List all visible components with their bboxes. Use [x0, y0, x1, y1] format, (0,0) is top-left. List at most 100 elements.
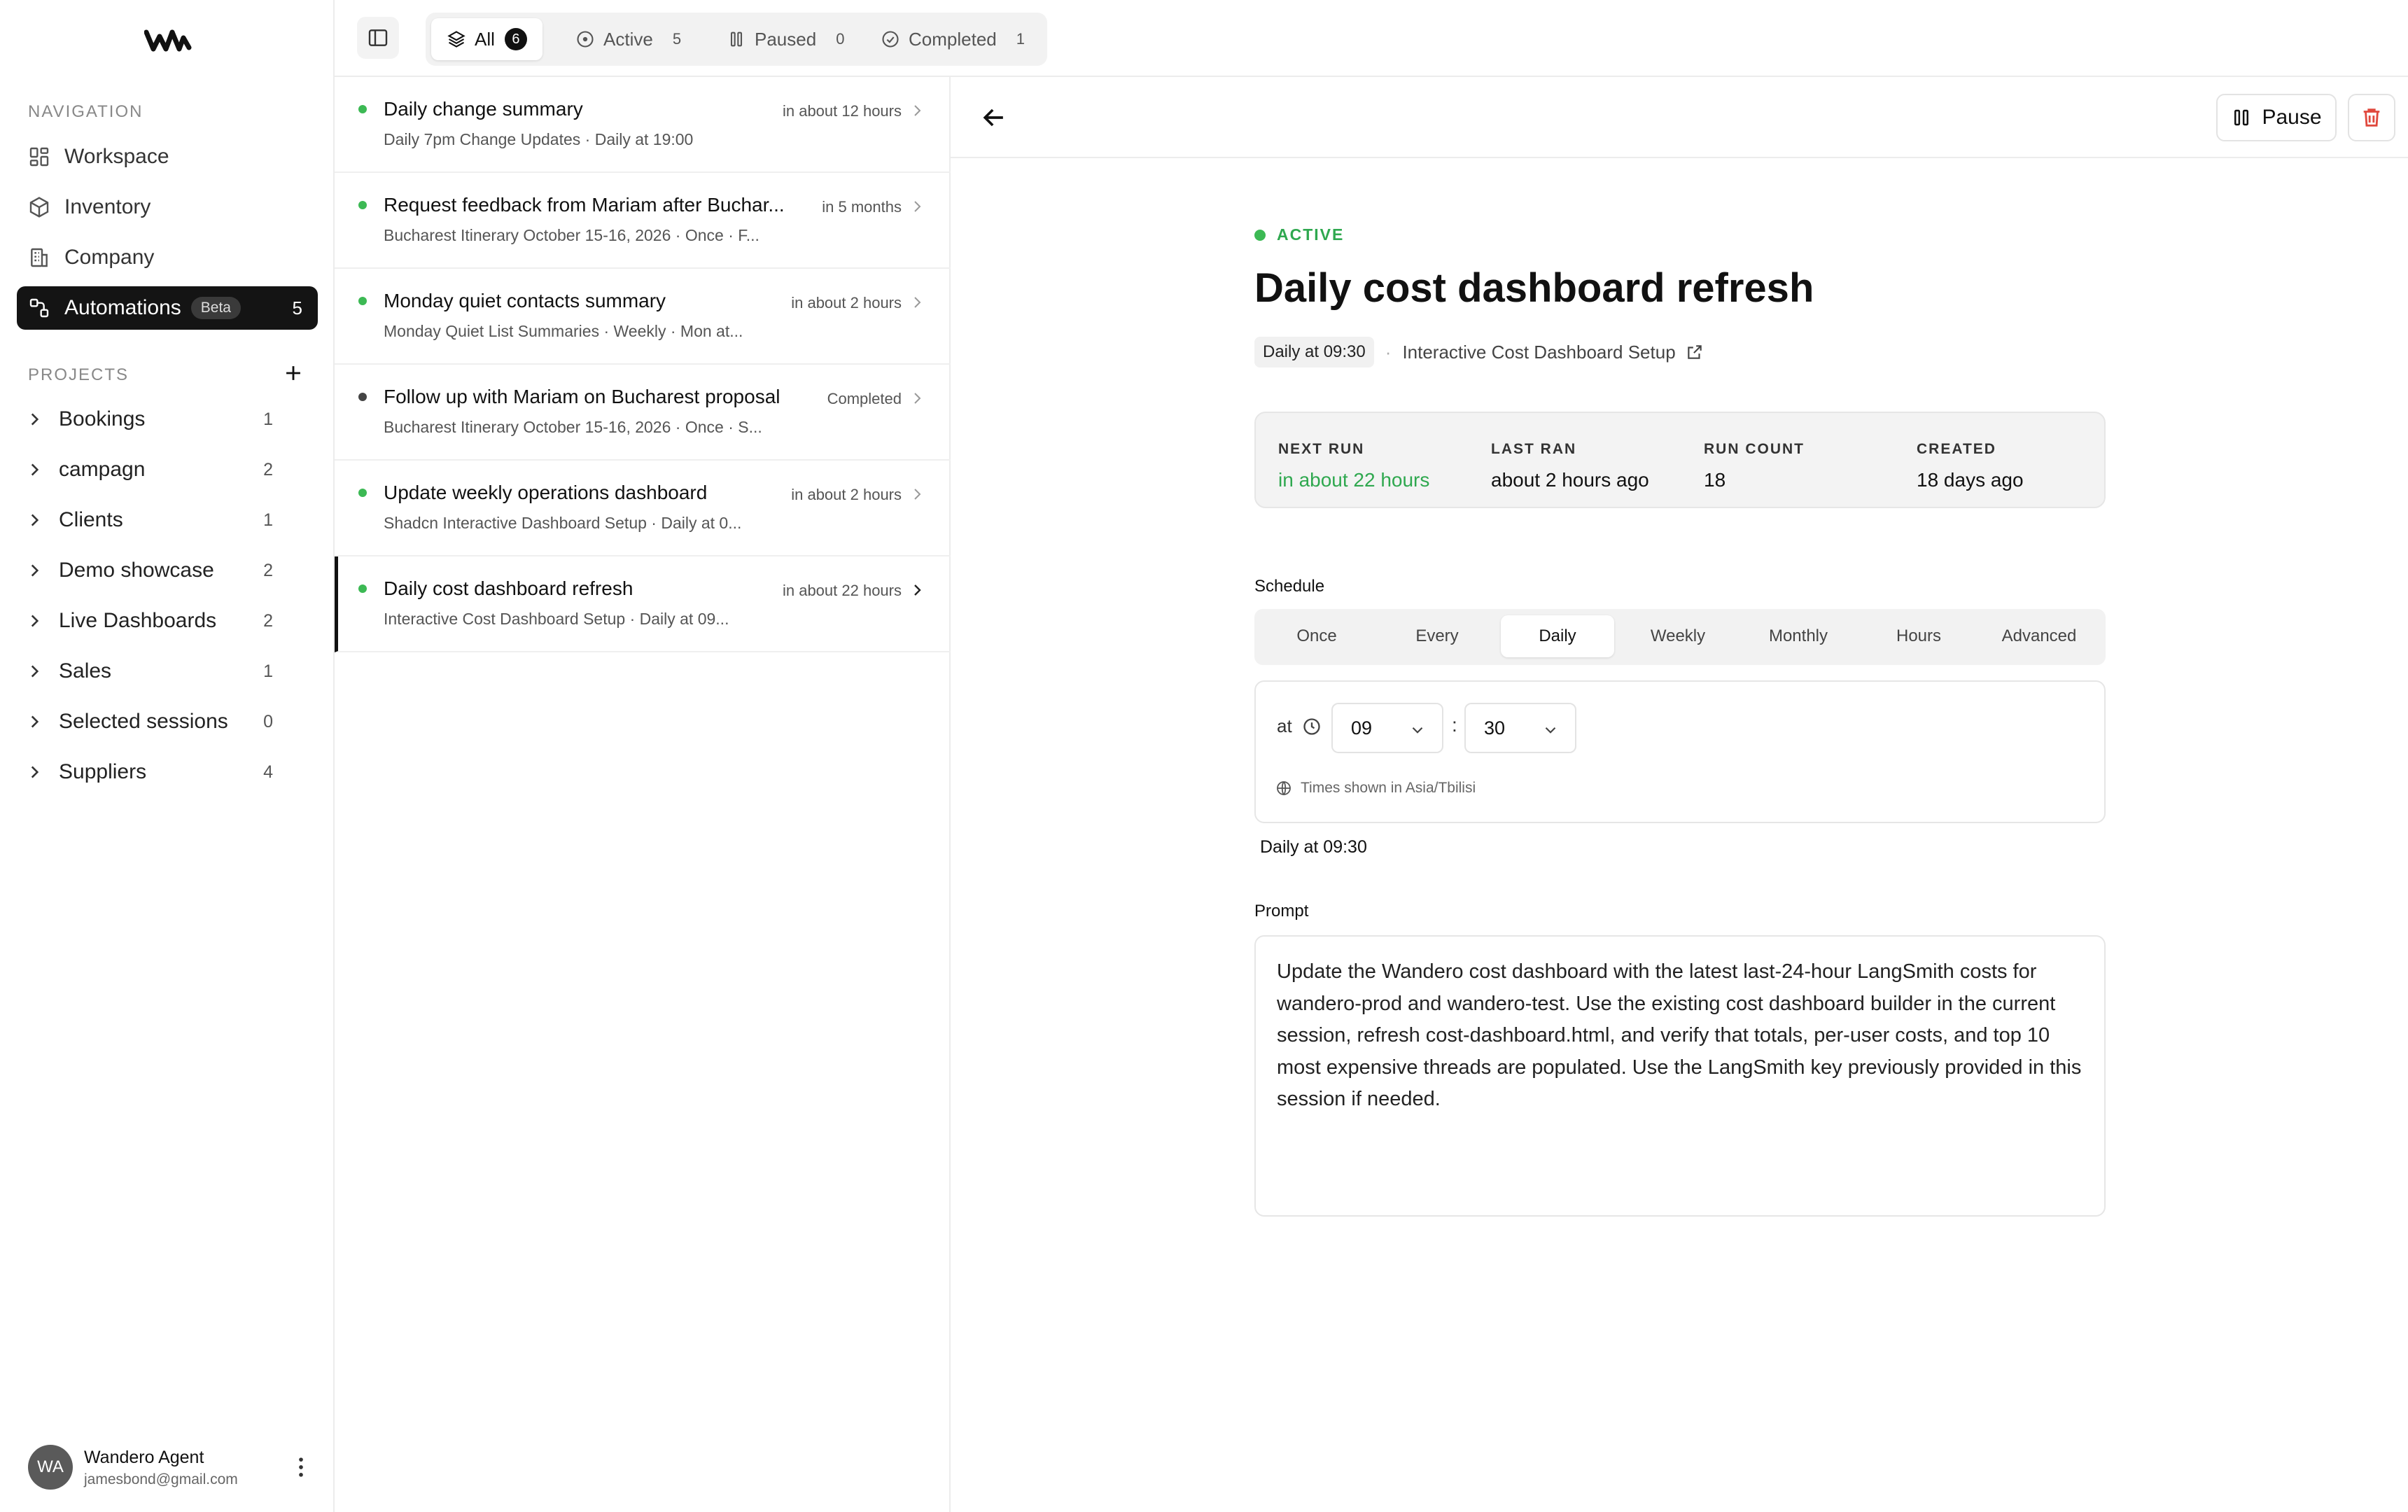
user-menu-button[interactable]: [287, 1453, 315, 1481]
row-subtitle: Shadcn Interactive Dashboard Setup · Dai…: [384, 514, 742, 532]
user-profile[interactable]: WA Wandero Agent jamesbond@gmail.com: [28, 1443, 322, 1492]
project-item-demo-showcase[interactable]: Demo showcase 2: [25, 550, 291, 592]
toggle-sidebar-button[interactable]: [357, 17, 399, 59]
status-dot: [358, 105, 367, 113]
chevron-down-icon: [1412, 727, 1423, 734]
chevron-right-icon: [914, 201, 921, 212]
tab-count: 0: [836, 30, 845, 48]
add-project-button[interactable]: [281, 361, 305, 385]
sidebar-item-workspace[interactable]: Workspace: [17, 135, 318, 178]
schedule-tab-weekly[interactable]: Weekly: [1621, 615, 1735, 657]
schedule-tab-every[interactable]: Every: [1380, 615, 1494, 657]
workflow-icon: [29, 298, 49, 318]
avatar: WA: [28, 1445, 73, 1490]
stat-value-created: 18 days ago: [1917, 469, 2024, 491]
automation-row[interactable]: Daily change summary Daily 7pm Change Up…: [335, 77, 951, 173]
delete-button[interactable]: [2348, 94, 2395, 141]
tab-count: 6: [504, 28, 527, 50]
sidebar-item-company[interactable]: Company: [17, 236, 318, 279]
hour-select[interactable]: 09: [1331, 703, 1443, 753]
project-item-live-dashboards[interactable]: Live Dashboards 2: [25, 600, 291, 642]
project-label: Sales: [59, 659, 112, 682]
automation-row[interactable]: Request feedback from Mariam after Bucha…: [335, 173, 951, 269]
row-next-run: Completed: [827, 390, 902, 407]
sidebar-item-inventory[interactable]: Inventory: [17, 186, 318, 229]
time-picker-card: at 09 : 30 Times shown in Asia/Tbilisi: [1254, 680, 2106, 823]
separator: ·: [1385, 341, 1392, 363]
project-count: 1: [263, 409, 273, 429]
schedule-tab-once[interactable]: Once: [1260, 615, 1373, 657]
project-item-bookings[interactable]: Bookings 1: [25, 398, 291, 440]
project-count: 2: [263, 459, 273, 479]
hour-value: 09: [1351, 717, 1373, 738]
arrow-left-icon: [983, 108, 1003, 127]
automation-row-selected[interactable]: Daily cost dashboard refresh Interactive…: [335, 556, 951, 652]
automation-row[interactable]: Update weekly operations dashboard Shadc…: [335, 461, 951, 556]
tab-active[interactable]: Active 5: [560, 18, 696, 60]
status-indicator: ACTIVE: [1254, 225, 1344, 244]
wandero-logo-icon[interactable]: [144, 28, 192, 52]
project-count: 1: [263, 661, 273, 681]
chevron-right-icon: [31, 715, 39, 728]
row-title: Monday quiet contacts summary: [384, 290, 666, 312]
status-label: ACTIVE: [1277, 225, 1345, 244]
project-count: 1: [263, 510, 273, 530]
pause-label: Pause: [2262, 106, 2322, 129]
sidebar-item-label: Inventory: [64, 195, 151, 218]
row-title: Request feedback from Mariam after Bucha…: [384, 194, 785, 216]
project-label: Bookings: [59, 407, 146, 430]
external-link-icon[interactable]: [1686, 343, 1704, 361]
minute-select[interactable]: 30: [1464, 703, 1576, 753]
top-bar: All 6 Active 5 Paused 0 Completed 1: [335, 0, 2408, 77]
sidebar-item-automations[interactable]: Automations Beta 5: [17, 286, 318, 330]
row-subtitle: Interactive Cost Dashboard Setup · Daily…: [384, 610, 729, 628]
project-count: 2: [263, 610, 273, 631]
time-separator: :: [1452, 714, 1457, 736]
pause-button[interactable]: Pause: [2216, 94, 2337, 141]
schedule-tab-advanced[interactable]: Advanced: [1982, 615, 2096, 657]
user-name: Wandero Agent: [84, 1448, 204, 1467]
schedule-label: Schedule: [1254, 577, 1325, 596]
project-item-suppliers[interactable]: Suppliers 4: [25, 751, 291, 793]
navigation-section-label: NAVIGATION: [28, 102, 144, 121]
tab-all[interactable]: All 6: [431, 18, 542, 60]
plus-icon: [286, 366, 300, 380]
schedule-tab-daily[interactable]: Daily: [1501, 615, 1614, 657]
project-item-clients[interactable]: Clients 1: [25, 499, 291, 541]
stat-label-run-count: RUN COUNT: [1704, 441, 1805, 457]
tab-label: Completed: [909, 28, 997, 50]
status-filter-tabs: All 6 Active 5 Paused 0 Completed 1: [426, 13, 1047, 66]
tab-paused[interactable]: Paused 0: [711, 18, 860, 60]
project-label: Demo showcase: [59, 559, 214, 582]
automation-list: Daily change summary Daily 7pm Change Up…: [335, 77, 951, 1512]
session-link[interactable]: Interactive Cost Dashboard Setup: [1402, 342, 1675, 363]
row-title: Follow up with Mariam on Bucharest propo…: [384, 386, 780, 407]
prompt-textarea[interactable]: Update the Wandero cost dashboard with t…: [1254, 935, 2106, 1217]
row-title: Daily cost dashboard refresh: [384, 578, 634, 599]
schedule-tab-monthly[interactable]: Monthly: [1742, 615, 1855, 657]
chevron-right-icon: [31, 766, 39, 778]
timezone-note: Times shown in Asia/Tbilisi: [1275, 780, 1476, 797]
schedule-tab-hours[interactable]: Hours: [1862, 615, 1975, 657]
automation-row[interactable]: Monday quiet contacts summary Monday Qui…: [335, 269, 951, 365]
beta-badge: Beta: [190, 297, 241, 319]
row-subtitle: Monday Quiet List Summaries · Weekly · M…: [384, 322, 743, 340]
automation-row[interactable]: Follow up with Mariam on Bucharest propo…: [335, 365, 951, 461]
status-dot: [358, 201, 367, 209]
stat-label-last-ran: LAST RAN: [1491, 441, 1577, 457]
project-count: 0: [263, 711, 273, 732]
project-item-sales[interactable]: Sales 1: [25, 650, 291, 692]
chevron-right-icon: [914, 297, 921, 308]
status-dot: [358, 297, 367, 305]
stats-card: NEXT RUN in about 22 hours LAST RAN abou…: [1254, 412, 2106, 508]
project-item-campagn[interactable]: campagn 2: [25, 449, 291, 491]
project-label: Selected sessions: [59, 710, 228, 733]
pause-icon: [2234, 109, 2249, 126]
project-item-selected-sessions[interactable]: Selected sessions 0: [25, 701, 291, 743]
more-vertical-icon: [299, 1457, 303, 1477]
status-dot: [1254, 229, 1266, 241]
back-button[interactable]: [979, 102, 1009, 133]
meta-line: Daily at 09:30 · Interactive Cost Dashbo…: [1254, 336, 1704, 368]
building-icon: [31, 248, 48, 267]
tab-completed[interactable]: Completed 1: [865, 18, 1040, 60]
